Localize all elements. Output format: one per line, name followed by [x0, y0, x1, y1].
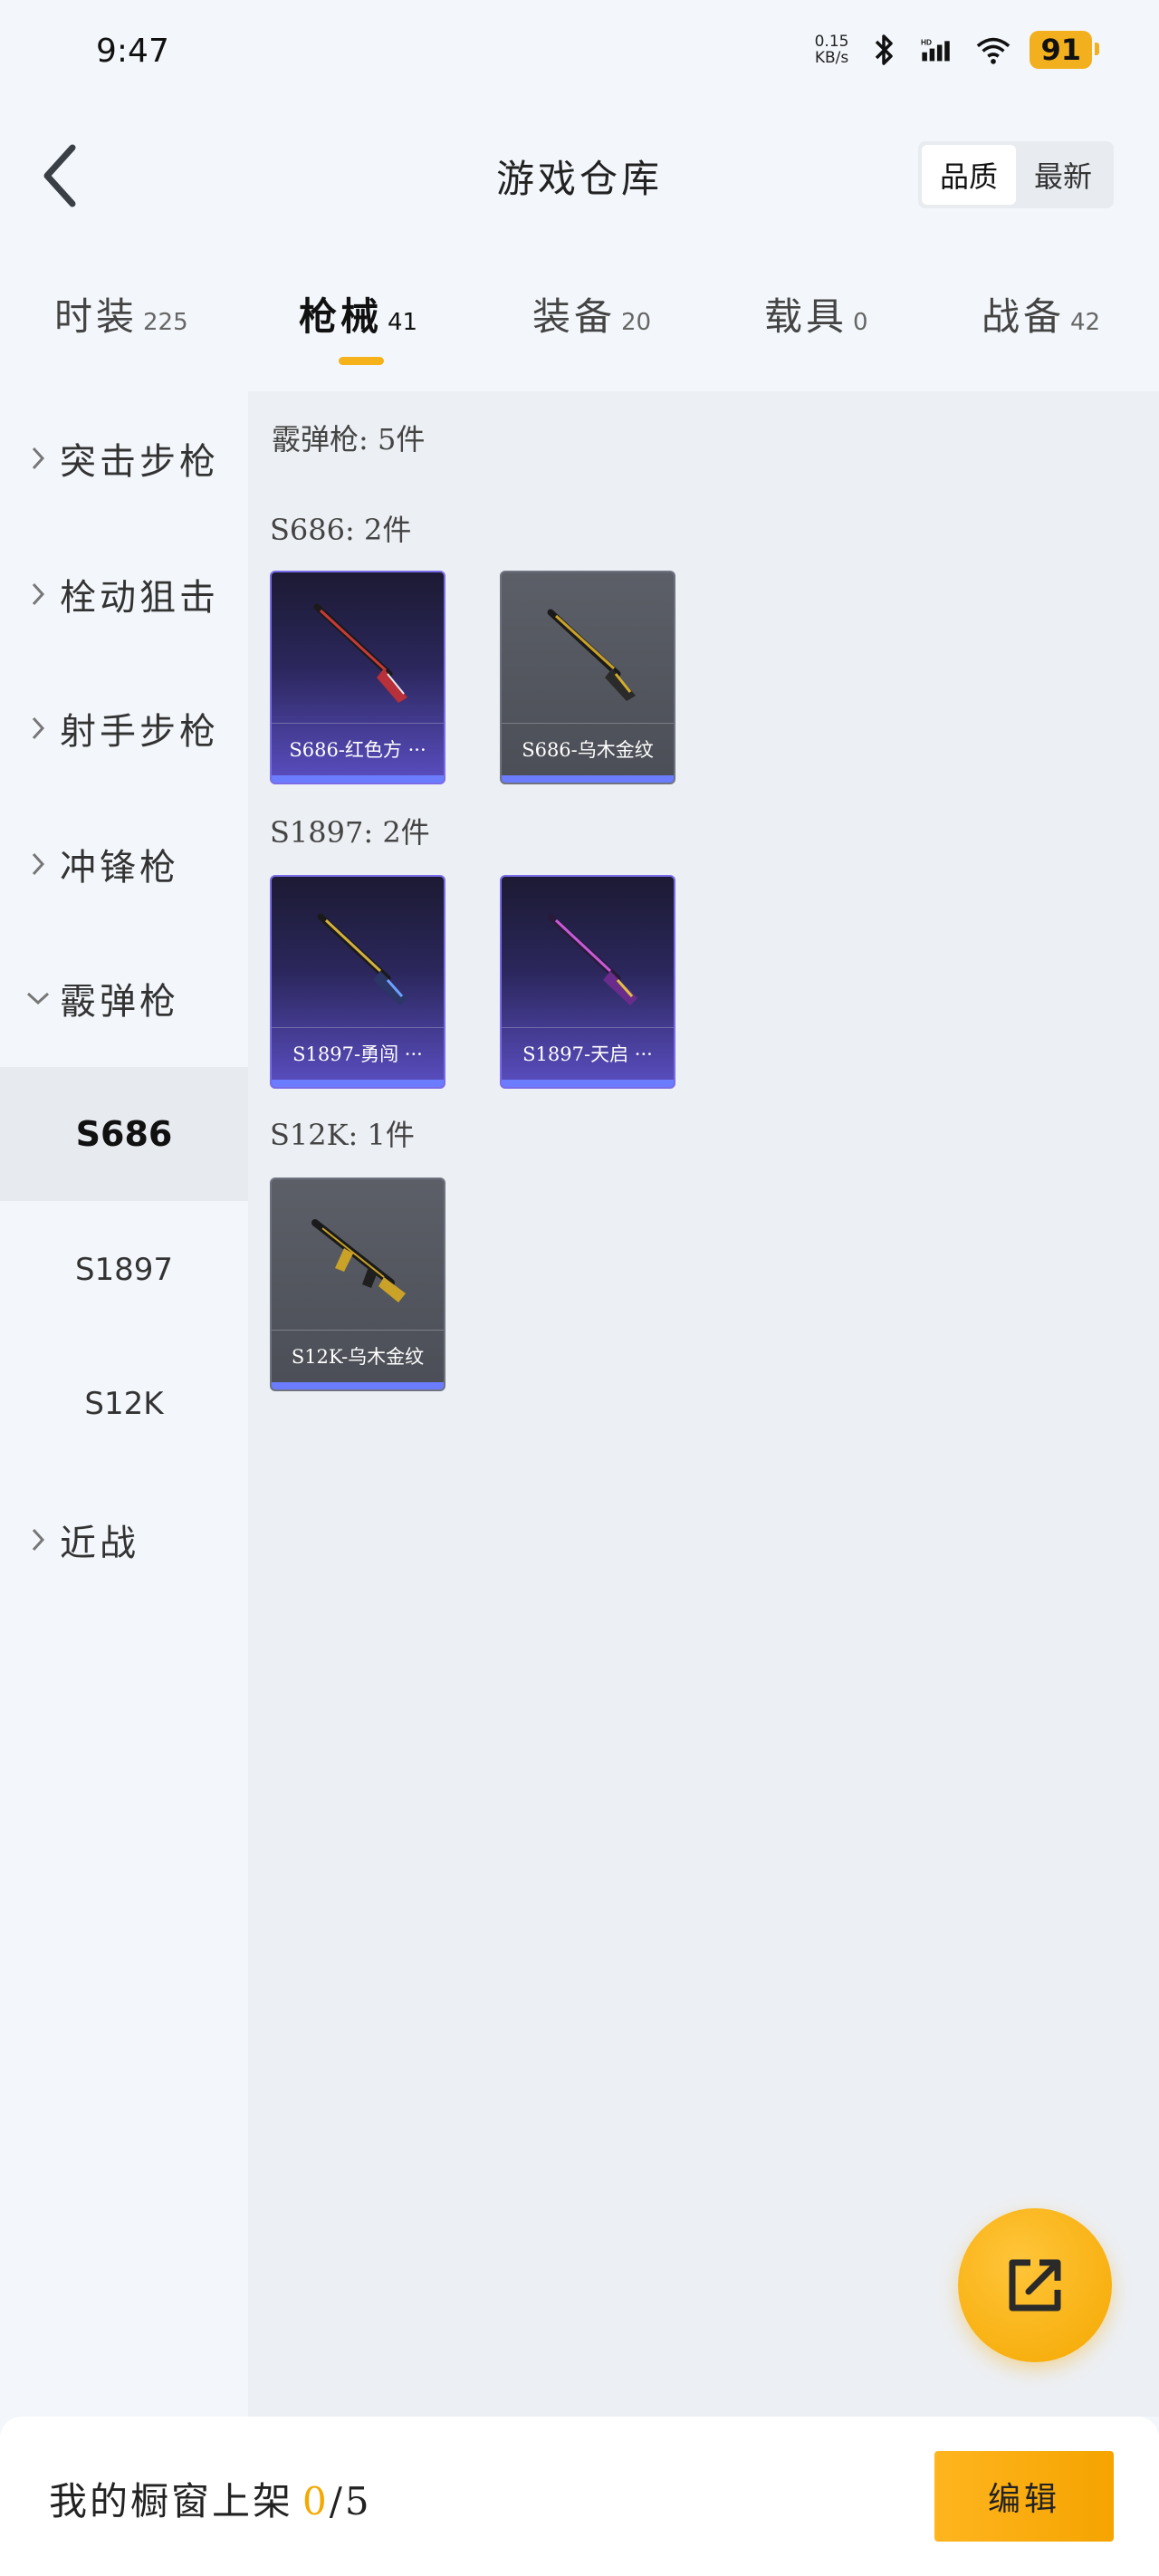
- sidebar-subitem-s1897[interactable]: S1897: [0, 1203, 248, 1337]
- category-tabs: 时装 225 枪械 41 装备 20 载具 0 战备 42: [0, 272, 1159, 371]
- edit-button[interactable]: 编辑: [934, 2451, 1114, 2542]
- rarity-bar: [502, 1080, 674, 1087]
- bottom-bar: 我的橱窗上架 0/5 编辑: [0, 2417, 1159, 2576]
- item-name: S1897-天启 ···: [502, 1027, 674, 1078]
- item-name: S12K-乌木金纹: [272, 1330, 444, 1380]
- tab-supplies[interactable]: 战备 42: [982, 286, 1100, 341]
- item-card[interactable]: S686-红色方 ···: [270, 571, 445, 784]
- item-name: S686-红色方 ···: [272, 723, 444, 774]
- subgroup-title-s1897: S1897: 2件: [270, 815, 430, 850]
- item-card[interactable]: S1897-天启 ···: [500, 875, 675, 1089]
- wifi-icon: [975, 32, 1011, 68]
- chevron-right-icon: [20, 851, 56, 877]
- sidebar-item-shotgun[interactable]: 霰弹枪: [0, 931, 248, 1065]
- active-tab-indicator: [339, 357, 384, 365]
- status-icons: 0.15 KB/s HD 91: [814, 31, 1099, 69]
- shotgun-image: [272, 877, 444, 1031]
- chevron-right-icon: [20, 446, 56, 471]
- item-grid-panel: 霰弹枪: 5件 S686: 2件 S686-红色方 ··· S686-乌木金纹 …: [248, 391, 1159, 2417]
- header: 游戏仓库 品质 最新: [0, 127, 1159, 226]
- shotgun-image: [272, 572, 444, 726]
- chevron-right-icon: [20, 582, 56, 607]
- shotgun-image: [502, 877, 674, 1031]
- share-export-icon: [1009, 2259, 1061, 2312]
- share-button[interactable]: [958, 2208, 1112, 2362]
- sort-newest-button[interactable]: 最新: [1016, 145, 1110, 205]
- tab-vehicles[interactable]: 载具 0: [764, 286, 868, 341]
- tab-fashion[interactable]: 时装 225: [54, 286, 188, 341]
- showcase-count: 0: [302, 2479, 330, 2523]
- sort-toggle: 品质 最新: [918, 141, 1114, 208]
- subgroup-title-s686: S686: 2件: [270, 513, 412, 547]
- item-card[interactable]: S1897-勇闯 ···: [270, 875, 445, 1089]
- sidebar-item-melee[interactable]: 近战: [0, 1473, 248, 1607]
- sidebar-item-bolt-sniper[interactable]: 栓动狙击: [0, 527, 248, 661]
- rarity-bar: [502, 775, 674, 783]
- battery-icon: 91: [1030, 31, 1099, 69]
- rarity-bar: [272, 1382, 444, 1389]
- status-bar: 9:47 0.15 KB/s HD 91: [0, 0, 1159, 100]
- subgroup-title-s12k: S12K: 1件: [270, 1118, 415, 1152]
- item-name: S1897-勇闯 ···: [272, 1027, 444, 1078]
- shotgun-image: [502, 572, 674, 726]
- sidebar-item-smg[interactable]: 冲锋枪: [0, 797, 248, 931]
- item-card[interactable]: S12K-乌木金纹: [270, 1177, 445, 1391]
- rarity-bar: [272, 1080, 444, 1087]
- group-title: 霰弹枪: 5件: [272, 422, 426, 457]
- item-card[interactable]: S686-乌木金纹: [500, 571, 675, 784]
- chevron-down-icon: [20, 991, 56, 1005]
- net-speed: 0.15 KB/s: [814, 33, 849, 67]
- sidebar-subitem-s12k[interactable]: S12K: [0, 1337, 248, 1471]
- sort-quality-button[interactable]: 品质: [922, 145, 1016, 205]
- sidebar-subitem-s686[interactable]: S686: [0, 1067, 248, 1201]
- rarity-bar: [272, 775, 444, 783]
- bluetooth-icon: [867, 32, 903, 68]
- sidebar-item-marksman-rifle[interactable]: 射手步枪: [0, 661, 248, 795]
- chevron-right-icon: [20, 716, 56, 741]
- shotgun-image: [272, 1179, 444, 1333]
- tab-equipment[interactable]: 装备 20: [532, 286, 651, 341]
- chevron-right-icon: [20, 1527, 56, 1552]
- svg-text:HD: HD: [921, 38, 932, 46]
- sidebar: 突击步枪 栓动狙击 射手步枪 冲锋枪 霰弹枪 S686 S1897 S12K 近…: [0, 391, 248, 2417]
- showcase-status: 我的橱窗上架 0/5: [49, 2479, 372, 2523]
- status-time: 9:47: [96, 33, 169, 70]
- item-name: S686-乌木金纹: [502, 723, 674, 774]
- hd-signal-icon: HD: [921, 32, 957, 68]
- tab-firearms[interactable]: 枪械 41: [299, 286, 417, 341]
- sidebar-item-assault-rifle[interactable]: 突击步枪: [0, 391, 248, 525]
